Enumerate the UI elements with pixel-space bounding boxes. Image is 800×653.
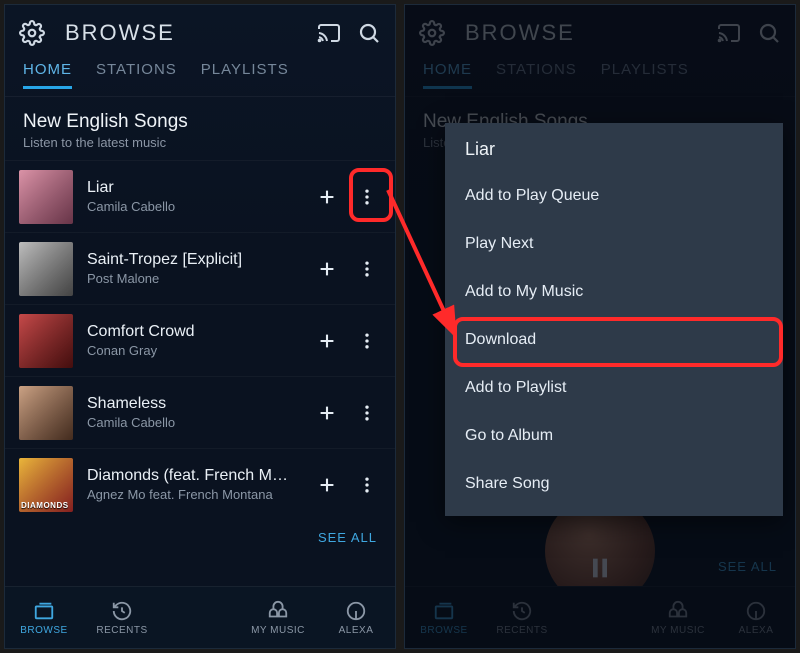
nav-recents-label: RECENTS xyxy=(96,625,147,636)
song-artist: Camila Cabello xyxy=(87,415,295,430)
overflow-icon[interactable] xyxy=(349,395,385,431)
see-all-link[interactable]: SEE ALL xyxy=(5,520,395,551)
menu-item-add-to-my-music[interactable]: Add to My Music xyxy=(445,268,783,316)
section-subtitle: Listen to the latest music xyxy=(23,135,377,150)
page-title: BROWSE xyxy=(461,20,701,46)
left-screen: BROWSE HOME STATIONS PLAYLISTS New Engli… xyxy=(4,4,396,649)
nav-alexa-label: ALEXA xyxy=(739,625,774,636)
section-title: New English Songs xyxy=(23,111,377,133)
album-art xyxy=(19,386,73,440)
search-icon[interactable] xyxy=(757,21,781,45)
song-title: Comfort Crowd xyxy=(87,323,295,341)
song-text: Comfort Crowd Conan Gray xyxy=(87,323,295,358)
overflow-icon[interactable] xyxy=(349,179,385,215)
tab-stations[interactable]: STATIONS xyxy=(496,61,577,86)
page-title: BROWSE xyxy=(61,20,301,46)
tab-playlists[interactable]: PLAYLISTS xyxy=(601,61,689,86)
overflow-icon[interactable] xyxy=(349,251,385,287)
nav-alexa[interactable]: ALEXA xyxy=(717,587,795,648)
add-button[interactable] xyxy=(309,467,345,503)
nav-mymusic-label: MY MUSIC xyxy=(651,625,705,636)
tab-bar: HOME STATIONS PLAYLISTS xyxy=(5,61,395,97)
bottom-nav: BROWSE RECENTS MY MUSIC ALEXA xyxy=(5,586,395,648)
nav-browse[interactable]: BROWSE xyxy=(405,587,483,648)
overflow-icon[interactable] xyxy=(349,323,385,359)
tab-stations[interactable]: STATIONS xyxy=(96,61,177,86)
top-bar: BROWSE xyxy=(405,5,795,61)
nav-browse-label: BROWSE xyxy=(420,625,467,636)
context-menu-title: Liar xyxy=(445,123,783,172)
gear-icon[interactable] xyxy=(19,20,45,46)
add-button[interactable] xyxy=(309,251,345,287)
song-text: Liar Camila Cabello xyxy=(87,179,295,214)
song-text: Shameless Camila Cabello xyxy=(87,395,295,430)
add-button[interactable] xyxy=(309,395,345,431)
song-artist: Agnez Mo feat. French Montana xyxy=(87,487,295,502)
tab-home[interactable]: HOME xyxy=(23,61,72,89)
song-row[interactable]: Shameless Camila Cabello xyxy=(5,376,395,448)
song-row[interactable]: Saint-Tropez [Explicit] Post Malone xyxy=(5,232,395,304)
nav-recents-label: RECENTS xyxy=(496,625,547,636)
song-title: Shameless xyxy=(87,395,295,413)
add-button[interactable] xyxy=(309,179,345,215)
cast-icon[interactable] xyxy=(717,21,741,45)
menu-item-share-song[interactable]: Share Song xyxy=(445,460,783,508)
song-row[interactable]: Comfort Crowd Conan Gray xyxy=(5,304,395,376)
tab-home[interactable]: HOME xyxy=(423,61,472,89)
bottom-nav: BROWSE RECENTS MY MUSIC ALEXA xyxy=(405,586,795,648)
album-art xyxy=(19,170,73,224)
song-title: Liar xyxy=(87,179,295,197)
nav-alexa[interactable]: ALEXA xyxy=(317,587,395,648)
nav-mymusic-label: MY MUSIC xyxy=(251,625,305,636)
pause-icon[interactable] xyxy=(575,550,625,586)
song-list: Liar Camila Cabello Saint-Tropez [Explic… xyxy=(5,160,395,520)
album-art: DIAMONDS xyxy=(19,458,73,512)
nav-recents[interactable]: RECENTS xyxy=(83,587,161,648)
section-header: New English Songs Listen to the latest m… xyxy=(5,97,395,160)
see-all-link[interactable]: SEE ALL xyxy=(700,549,795,580)
song-artist: Camila Cabello xyxy=(87,199,295,214)
gear-icon[interactable] xyxy=(419,20,445,46)
menu-item-play-next[interactable]: Play Next xyxy=(445,220,783,268)
nav-browse[interactable]: BROWSE xyxy=(5,587,83,648)
top-bar: BROWSE xyxy=(5,5,395,61)
nav-alexa-label: ALEXA xyxy=(339,625,374,636)
context-menu: Liar Add to Play QueuePlay NextAdd to My… xyxy=(445,123,783,516)
menu-item-download[interactable]: Download xyxy=(445,316,783,364)
tab-bar: HOME STATIONS PLAYLISTS xyxy=(405,61,795,97)
album-art xyxy=(19,314,73,368)
overflow-icon[interactable] xyxy=(349,467,385,503)
nav-browse-label: BROWSE xyxy=(20,625,67,636)
song-title: Diamonds (feat. French Mont… xyxy=(87,467,295,485)
song-row[interactable]: DIAMONDS Diamonds (feat. French Mont… Ag… xyxy=(5,448,395,520)
song-text: Diamonds (feat. French Mont… Agnez Mo fe… xyxy=(87,467,295,502)
song-title: Saint-Tropez [Explicit] xyxy=(87,251,295,269)
song-artist: Post Malone xyxy=(87,271,295,286)
add-button[interactable] xyxy=(309,323,345,359)
tab-playlists[interactable]: PLAYLISTS xyxy=(201,61,289,86)
song-row[interactable]: Liar Camila Cabello xyxy=(5,160,395,232)
nav-recents[interactable]: RECENTS xyxy=(483,587,561,648)
menu-item-go-to-album[interactable]: Go to Album xyxy=(445,412,783,460)
menu-item-add-to-play-queue[interactable]: Add to Play Queue xyxy=(445,172,783,220)
album-art xyxy=(19,242,73,296)
nav-mymusic[interactable]: MY MUSIC xyxy=(239,587,317,648)
song-artist: Conan Gray xyxy=(87,343,295,358)
menu-item-add-to-playlist[interactable]: Add to Playlist xyxy=(445,364,783,412)
cast-icon[interactable] xyxy=(317,21,341,45)
nav-mymusic[interactable]: MY MUSIC xyxy=(639,587,717,648)
right-screen: BROWSE HOME STATIONS PLAYLISTS New Engli… xyxy=(404,4,796,649)
search-icon[interactable] xyxy=(357,21,381,45)
song-text: Saint-Tropez [Explicit] Post Malone xyxy=(87,251,295,286)
